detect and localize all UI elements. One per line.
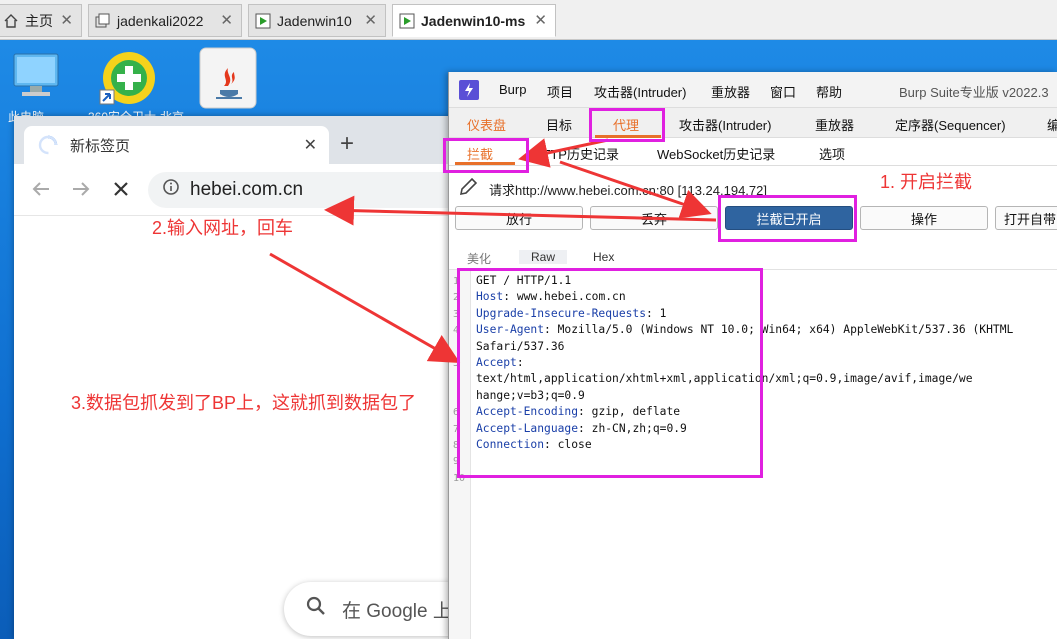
highlight-intercept-toggle [718,195,857,242]
arrow-proxy-to-intercept [518,138,609,168]
highlight-intercept-subtab [443,138,529,173]
arrow-to-request [269,252,461,363]
highlight-proxy-tab [589,108,665,142]
arrow-step1-to-toggle [559,160,712,219]
annotation-step3: 3.数据包抓发到了BP上，这就抓到数据包了 [71,393,417,413]
annotation-step1: 1. 开启拦截 [880,172,973,192]
highlight-request-body [457,268,763,478]
arrow-to-address [324,195,717,226]
annotation-step2: 2.输入网址，回车 [152,218,294,238]
